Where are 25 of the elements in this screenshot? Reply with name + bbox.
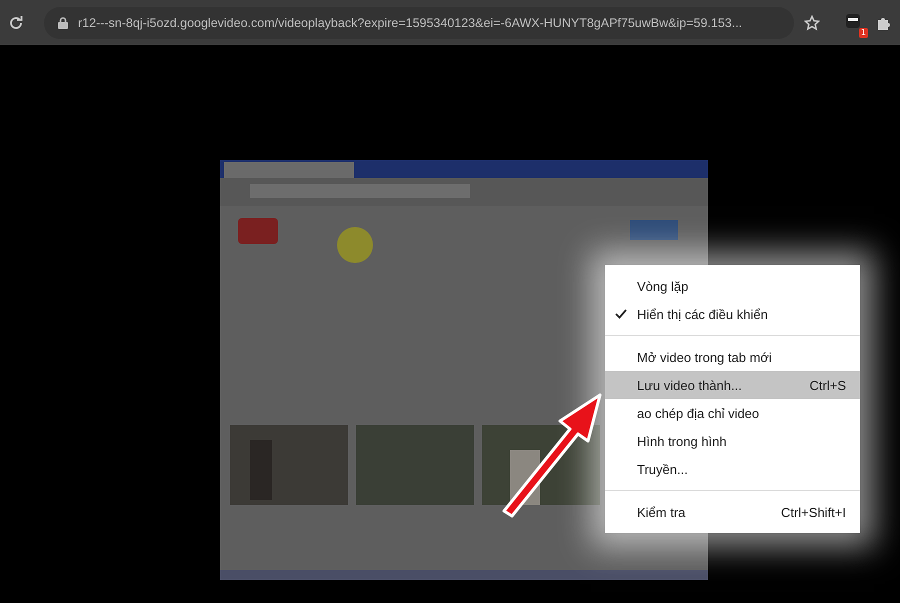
menu-item[interactable]: Truyền... — [605, 455, 860, 483]
menu-item-label: Lưu video thành... — [637, 378, 743, 392]
address-field[interactable]: r12---sn-8qj-i5ozd.googlevideo.com/videoplayback?expire=1595340123&ei=-6AWX-HUNYT8gAPf75uwBw&ip=59.153... — [44, 6, 794, 38]
shortcut-text: Ctrl+Shift+I — [780, 504, 846, 520]
shortcut-text: Ctrl+S — [810, 378, 846, 392]
menu-item[interactable]: Lưu video thành... Ctrl+S — [605, 371, 860, 399]
url-text: r12---sn-8qj-i5ozd.googlevideo.com/videoplayback?expire=1595340123&ei=-6AWX-HUNYT8gAPf75uwBw&ip=59.153... — [78, 16, 742, 30]
reload-icon[interactable] — [8, 14, 24, 30]
menu-item-label: Hiển thị các điều khiển — [637, 306, 769, 322]
menu-item-label: ao chép địa chỉ video — [637, 406, 760, 420]
menu-item[interactable]: Hiển thị các điều khiển — [605, 300, 860, 328]
lock-icon — [58, 16, 68, 28]
menu-item-label: Vòng lặp — [637, 278, 690, 294]
menu-item-label: Mở video trong tab mới — [637, 350, 773, 364]
menu-item[interactable]: ao chép địa chỉ video — [605, 399, 860, 427]
bookmark-star-icon[interactable] — [804, 14, 820, 30]
menu-item-label: Truyền... — [637, 462, 689, 476]
menu-item[interactable]: Hình trong hình — [605, 427, 860, 455]
menu-item[interactable]: Kiểm tra Ctrl+Shift+I — [605, 498, 860, 526]
menu-item-label: Hình trong hình — [637, 434, 728, 448]
menu-item[interactable]: Mở video trong tab mới — [605, 343, 860, 371]
notification-badge: 1 — [858, 28, 868, 38]
menu-item[interactable]: Vòng lặp — [605, 272, 860, 300]
menu-item-label: Kiểm tra — [637, 504, 686, 520]
extension-icon[interactable] — [844, 12, 862, 30]
